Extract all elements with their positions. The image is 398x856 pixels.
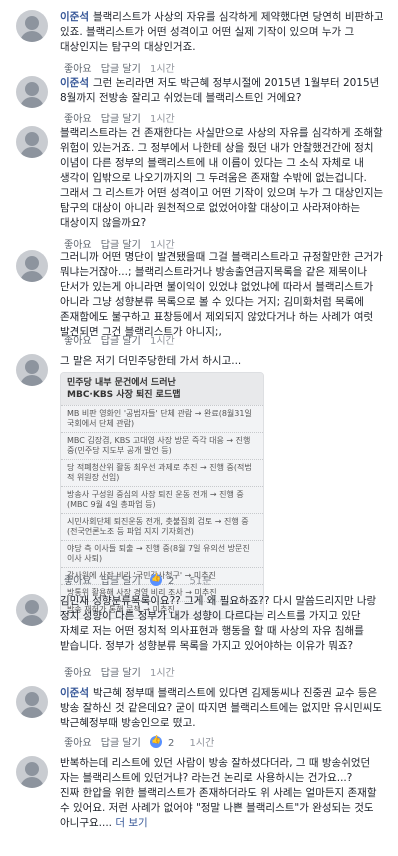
- image-row: 시민사회단체 퇴진운동 전개, 촛불집회 검토 → 진행 중(전국언론노조 등 …: [61, 513, 263, 540]
- like-link[interactable]: 좋아요: [64, 336, 92, 347]
- like-link[interactable]: 좋아요: [64, 668, 92, 679]
- comment-author[interactable]: 이준석: [60, 77, 89, 89]
- comment-actions: 좋아요 답글 달기 1시간: [64, 664, 181, 679]
- avatar[interactable]: [16, 594, 48, 626]
- comment-text: 이준석 그런 논리라면 저도 박근혜 정부시절에 2015년 1월부터 2015년…: [60, 76, 384, 106]
- comment-body: 박근혜 정부때 블랙리스트에 있다면 김제동씨나 진중권 교수 등은 방송 잘하…: [60, 687, 386, 729]
- avatar[interactable]: [16, 76, 48, 108]
- comment-text: 그러니까 어떤 명단이 발견됐을때 그걸 블랙리스트라고 규정할만한 근거가 뭐…: [60, 250, 384, 340]
- comment-author[interactable]: 이준석: [60, 687, 89, 699]
- see-more-link[interactable]: 더 보기: [115, 817, 147, 829]
- comment-text: 블랙리스트라는 건 존재한다는 사실만으로 사상의 자유를 심각하게 조해할 위…: [60, 126, 384, 231]
- comment-actions: 좋아요 답글 달기 2 51분: [64, 572, 217, 587]
- reaction-count[interactable]: 2: [149, 735, 180, 749]
- like-link[interactable]: 좋아요: [64, 576, 92, 587]
- timestamp[interactable]: 1시간: [150, 668, 175, 679]
- comment-text: 이준석 블랙리스트가 사상의 자유를 심각하게 제약했다면 당연히 비판하고 있죠…: [60, 10, 384, 55]
- reaction-count[interactable]: 2: [149, 573, 180, 587]
- avatar[interactable]: [16, 10, 48, 42]
- like-reaction-icon: [149, 573, 162, 586]
- comment-text: 반복하는데 리스트에 있던 사람이 방송 잘하셨다더라, 그 때 방송쉬었던 자…: [60, 756, 384, 831]
- comment-actions: 좋아요 답글 달기 1시간: [64, 332, 181, 347]
- like-reaction-icon: [149, 735, 162, 748]
- comment-body: 김민재 성향분류목록이요?? 그게 왜 필요하죠?? 다시 말씀드리지만 나랑 …: [60, 595, 380, 652]
- timestamp[interactable]: 51분: [190, 576, 212, 587]
- image-row: 당 적폐청산위 활동 최우선 과제로 추진 → 진행 중(적법적 위원장 선임): [61, 459, 263, 486]
- avatar[interactable]: [16, 686, 48, 718]
- reply-link[interactable]: 답글 달기: [101, 576, 141, 587]
- comment-body: 그런 논리라면 저도 박근혜 정부시절에 2015년 1월부터 2015년 8월…: [60, 77, 383, 104]
- image-row: MBC 김장겸, KBS 고대영 사장 방문 즉각 대응 → 진행 중(민주당 …: [61, 432, 263, 459]
- image-row: 야당 측 이사들 퇴출 → 진행 중(8월 7일 유의선 방문진 이사 사퇴): [61, 540, 263, 567]
- comment-body: 그 말은 저기 더민주당한테 가서 하시고...: [60, 355, 242, 367]
- reply-link[interactable]: 답글 달기: [101, 336, 141, 347]
- avatar[interactable]: [16, 126, 48, 158]
- comment-text: 이준석 박근혜 정부때 블랙리스트에 있다면 김제동씨나 진중권 교수 등은 방송…: [60, 686, 384, 731]
- reply-link[interactable]: 답글 달기: [101, 738, 141, 749]
- like-link[interactable]: 좋아요: [64, 738, 92, 749]
- comment-actions: 좋아요 답글 달기 2 1시간: [64, 734, 220, 749]
- image-title-line-2: MBC·KBS 사장 퇴진 로드맵: [67, 390, 181, 400]
- comment-body: 블랙리스트라는 건 존재한다는 사실만으로 사상의 자유를 심각하게 조해할 위…: [60, 127, 387, 229]
- comment-body: 그러니까 어떤 명단이 발견됐을때 그걸 블랙리스트라고 규정할만한 근거가 뭐…: [60, 251, 387, 338]
- comment-author[interactable]: 이준석: [60, 11, 89, 23]
- avatar[interactable]: [16, 756, 48, 788]
- avatar[interactable]: [16, 354, 48, 386]
- comment-body: 블랙리스트가 사상의 자유를 심각하게 제약했다면 당연히 비판하고 있죠. 블…: [60, 11, 387, 53]
- image-title-line-1: 민주당 내부 문건에서 드러난: [67, 378, 176, 388]
- comment-thread: 이준석 블랙리스트가 사상의 자유를 심각하게 제약했다면 당연히 비판하고 있죠…: [0, 0, 398, 856]
- image-row: 방송사 구성원 중심의 사장 퇴진 운동 전개 → 진행 중(MBC 9월 4일…: [61, 486, 263, 513]
- image-row: MB 비판 영화인 '공범자들' 단체 관람 → 완료(8월31일 국회에서 단…: [61, 405, 263, 432]
- comment-text: 김민재 성향분류목록이요?? 그게 왜 필요하죠?? 다시 말씀드리지만 나랑 …: [60, 594, 384, 654]
- timestamp[interactable]: 1시간: [190, 738, 215, 749]
- avatar[interactable]: [16, 250, 48, 282]
- reply-link[interactable]: 답글 달기: [101, 668, 141, 679]
- comment-body: 반복하는데 리스트에 있던 사람이 방송 잘하셨다더라, 그 때 방송쉬었던 자…: [60, 757, 377, 829]
- timestamp[interactable]: 1시간: [150, 336, 175, 347]
- comment-text: 그 말은 저기 더민주당한테 가서 하시고...: [60, 354, 384, 369]
